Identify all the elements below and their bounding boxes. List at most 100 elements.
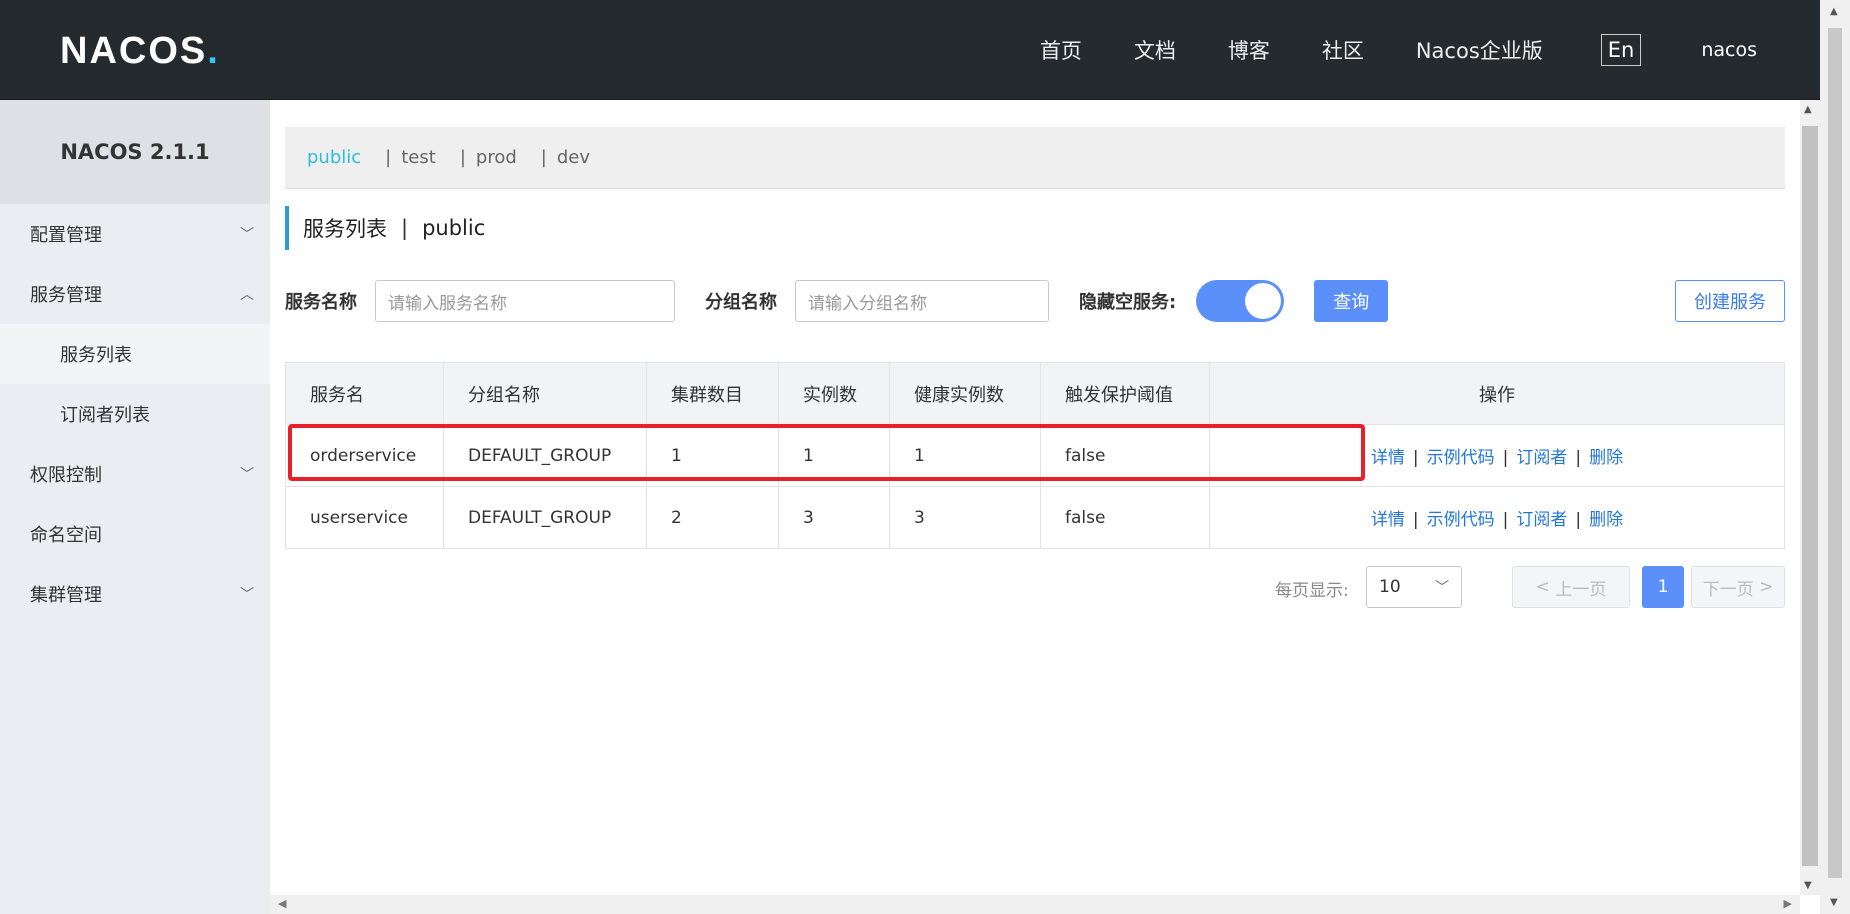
namespace-test[interactable]: test [401,147,436,168]
scroll-up-icon[interactable]: ▲ [1830,6,1838,17]
cell-group-name: DEFAULT_GROUP [443,424,647,487]
sidebar-item-label: 配置管理 [30,225,102,246]
sidebar-item-label: 命名空间 [30,525,102,546]
delete-link[interactable]: 删除 [1589,448,1623,468]
version-title: NACOS 2.1.1 [0,100,270,204]
namespace-separator: | [459,147,466,168]
horizontal-scrollbar[interactable]: ◀ ▶ [270,895,1800,914]
per-page-select[interactable]: 10 ﹀ [1366,566,1462,608]
col-healthy-count: 健康实例数 [889,362,1041,425]
sample-code-link[interactable]: 示例代码 [1427,510,1495,530]
query-button[interactable]: 查询 [1314,280,1389,322]
scroll-down-icon[interactable]: ▼ [1830,897,1838,908]
table-row: orderservice DEFAULT_GROUP 1 1 1 false 详… [285,424,1785,487]
create-service-button[interactable]: 创建服务 [1675,280,1785,322]
table-row: userservice DEFAULT_GROUP 2 3 3 false 详情… [285,486,1785,549]
cell-healthy-count: 1 [889,424,1041,487]
sidebar-item-service-list[interactable]: 服务列表 [0,324,270,384]
nav-enterprise[interactable]: Nacos企业版 [1416,35,1543,65]
col-group-name: 分组名称 [443,362,647,425]
service-name-label: 服务名称 [285,292,357,313]
per-page-value: 10 [1379,577,1401,597]
next-page-button[interactable]: 下一页 > [1691,566,1785,608]
detail-link[interactable]: 详情 [1371,510,1405,530]
cell-threshold: false [1040,424,1210,487]
nav-community[interactable]: 社区 [1322,35,1364,65]
namespace-separator: | [540,147,547,168]
chevron-down-icon: ﹀ [240,587,254,603]
scroll-thumb[interactable] [1828,28,1842,878]
sidebar-item-label: 权限控制 [30,465,102,486]
col-instance-count: 实例数 [778,362,890,425]
scroll-down-icon[interactable]: ▼ [1804,880,1812,891]
nav-blog[interactable]: 博客 [1228,35,1270,65]
main-content: public | test | prod | dev 服务列表 | public… [270,100,1800,895]
scroll-thumb[interactable] [1802,126,1818,866]
sidebar-item-auth[interactable]: 权限控制 ﹀ [0,444,270,504]
service-table: 服务名 分组名称 集群数目 实例数 健康实例数 触发保护阈值 操作 orders… [285,362,1785,549]
subscribers-link[interactable]: 订阅者 [1516,510,1567,530]
prev-page-button[interactable]: < 上一页 [1512,566,1630,608]
group-name-input[interactable]: 请输入分组名称 [795,280,1049,322]
user-menu[interactable]: nacos [1701,39,1757,61]
cell-cluster-count: 1 [646,424,779,487]
page-number-button[interactable]: 1 [1642,566,1684,608]
cell-service-name: userservice [285,486,444,549]
nav-home[interactable]: 首页 [1040,35,1082,65]
table-header-row: 服务名 分组名称 集群数目 实例数 健康实例数 触发保护阈值 操作 [285,362,1785,425]
sidebar-item-cluster[interactable]: 集群管理 ﹀ [0,564,270,624]
per-page-label: 每页显示: [1275,581,1349,601]
nav-docs[interactable]: 文档 [1134,35,1176,65]
toggle-knob [1245,283,1282,319]
sidebar-item-service[interactable]: 服务管理 ︿ [0,264,270,324]
chevron-right-icon: > [1753,577,1774,597]
next-label: 下一页 [1702,579,1754,600]
window-scrollbar[interactable]: ▲ ▼ [1820,0,1850,914]
delete-link[interactable]: 删除 [1589,510,1623,530]
sidebar: NACOS 2.1.1 配置管理 ﹀ 服务管理 ︿ 服务列表 订阅者列表 权限控… [0,100,270,914]
vertical-scrollbar[interactable]: ▲ ▼ [1800,100,1820,895]
namespace-dev[interactable]: dev [557,147,590,168]
chevron-up-icon: ︿ [240,287,254,303]
chevron-down-icon: ﹀ [240,467,254,483]
chevron-down-icon: ﹀ [240,227,254,243]
cell-operations: 详情 | 示例代码 | 订阅者 | 删除 [1209,424,1785,487]
top-nav: 首页 文档 博客 社区 Nacos企业版 En nacos [988,0,1757,100]
hide-empty-label: 隐藏空服务: [1079,292,1177,313]
col-threshold: 触发保护阈值 [1040,362,1210,425]
filter-bar: 服务名称 请输入服务名称 分组名称 请输入分组名称 隐藏空服务: 查询 创建服务 [285,280,1785,322]
language-toggle[interactable]: En [1600,34,1642,66]
cell-operations: 详情 | 示例代码 | 订阅者 | 删除 [1209,486,1785,549]
group-name-label: 分组名称 [705,292,777,313]
cell-instance-count: 1 [778,424,890,487]
cell-healthy-count: 3 [889,486,1041,549]
namespace-bar: public | test | prod | dev [285,127,1785,189]
cell-threshold: false [1040,486,1210,549]
cell-cluster-count: 2 [646,486,779,549]
title-separator: | [401,216,409,240]
page-title: 服务列表 | public [285,206,485,250]
sidebar-item-config[interactable]: 配置管理 ﹀ [0,204,270,264]
namespace-prod[interactable]: prod [476,147,517,168]
pagination: 每页显示: 10 ﹀ < 上一页 1 下一页 > [285,566,1785,608]
scroll-up-icon[interactable]: ▲ [1804,104,1812,115]
col-operations: 操作 [1209,362,1785,425]
sidebar-item-label: 集群管理 [30,585,102,606]
chevron-left-icon: < [1535,577,1556,597]
prev-label: 上一页 [1555,579,1607,600]
namespace-public[interactable]: public [307,147,361,168]
scroll-right-icon[interactable]: ▶ [1784,897,1792,910]
subscribers-link[interactable]: 订阅者 [1516,448,1567,468]
nacos-logo[interactable]: NACOS. [60,30,220,73]
sample-code-link[interactable]: 示例代码 [1427,448,1495,468]
service-name-input[interactable]: 请输入服务名称 [375,280,675,322]
top-header: NACOS. 首页 文档 博客 社区 Nacos企业版 En nacos [0,0,1820,100]
sidebar-item-label: 服务管理 [30,285,102,306]
detail-link[interactable]: 详情 [1371,448,1405,468]
scroll-left-icon[interactable]: ◀ [278,897,286,910]
sidebar-item-namespace[interactable]: 命名空间 [0,504,270,564]
hide-empty-toggle[interactable] [1196,280,1285,322]
sidebar-item-subscribers[interactable]: 订阅者列表 [0,384,270,444]
cell-group-name: DEFAULT_GROUP [443,486,647,549]
page-title-namespace: public [422,216,486,240]
